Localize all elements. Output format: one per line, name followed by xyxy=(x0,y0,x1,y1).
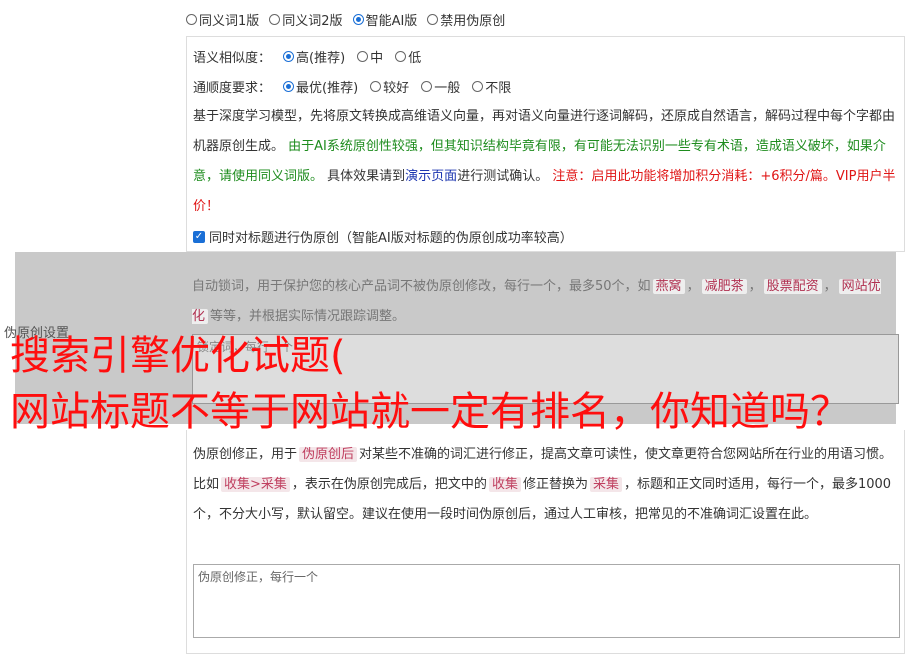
radio-checked-icon[interactable] xyxy=(352,14,364,25)
overlay-headline-2: 网站标题不等于网站就一定有排名，你知道吗？ xyxy=(10,389,850,435)
radio-icon[interactable] xyxy=(421,81,433,92)
keyword-tag: 燕窝 xyxy=(652,279,685,294)
radio-icon[interactable] xyxy=(186,14,197,25)
radio-checked-icon[interactable] xyxy=(283,81,295,92)
radio-fluency-any[interactable]: 不限 xyxy=(472,77,511,96)
keyword-tag: 减肥茶 xyxy=(701,279,747,294)
radio-checked-icon[interactable] xyxy=(283,51,295,62)
radio-icon[interactable] xyxy=(427,14,439,25)
demo-page-link[interactable]: 演示页面 xyxy=(405,169,457,184)
ai-settings-panel: 语义相似度： 高(推荐) 中 低 通顺度要求： 最优(推荐) 较好 一般 不限 … xyxy=(186,36,905,252)
radio-ai-version[interactable]: 智能AI版 xyxy=(352,10,417,29)
radio-similarity-high[interactable]: 高(推荐) xyxy=(283,47,345,66)
version-radio-group: 同义词1版 同义词2版 智能AI版 禁用伪原创 xyxy=(186,10,505,29)
radio-fluency-best[interactable]: 最优(推荐) xyxy=(283,77,358,96)
keyword-tag: 伪原创后 xyxy=(299,447,358,462)
keyword-tag: 股票配资 xyxy=(763,279,822,294)
checkbox-checked-icon[interactable]: ✓ xyxy=(193,230,205,243)
radio-disable[interactable]: 禁用伪原创 xyxy=(427,10,505,29)
radio-fluency-good[interactable]: 较好 xyxy=(370,77,409,96)
correction-panel: 伪原创修正，用于 伪原创后 对某些不准确的词汇进行修正，提高文章可读性，使文章更符合… xyxy=(186,430,905,654)
radio-icon[interactable] xyxy=(269,14,281,25)
radio-icon[interactable] xyxy=(472,81,484,92)
radio-synonym-v2[interactable]: 同义词2版 xyxy=(269,10,343,29)
radio-fluency-normal[interactable]: 一般 xyxy=(421,77,460,96)
radio-similarity-low[interactable]: 低 xyxy=(395,47,421,66)
ai-description: 基于深度学习模型，先将原文转换成高维语义向量，再对语义向量进行逐词解码，还原成自… xyxy=(193,109,896,214)
keyword-tag: 收集>采集 xyxy=(221,477,290,492)
correction-textarea[interactable]: 伪原创修正，每行一个 xyxy=(193,564,900,638)
radio-synonym-v1[interactable]: 同义词1版 xyxy=(186,10,259,29)
radio-similarity-mid[interactable]: 中 xyxy=(357,47,383,66)
radio-icon[interactable] xyxy=(370,81,382,92)
radio-icon[interactable] xyxy=(395,51,407,62)
radio-icon[interactable] xyxy=(357,51,369,62)
fluency-row: 通顺度要求： 最优(推荐) 较好 一般 不限 xyxy=(193,77,511,96)
keyword-tag: 采集 xyxy=(589,477,622,492)
overlay-headline-1: 搜索引擎优化试题( xyxy=(10,333,346,379)
correction-description: 伪原创修正，用于 伪原创后 对某些不准确的词汇进行修正，提高文章可读性，使文章更符合… xyxy=(193,447,893,522)
lock-description: 自动锁词，用于保护您的核心产品词不被伪原创修改，每行一个，最多50个，如 燕窝，减… xyxy=(192,279,881,324)
similarity-row: 语义相似度： 高(推荐) 中 低 xyxy=(193,47,421,66)
title-rewrite-checkbox[interactable]: ✓ 同时对标题进行伪原创（智能AI版对标题的伪原创成功率较高） xyxy=(193,227,573,246)
keyword-tag: 收集 xyxy=(488,477,521,492)
